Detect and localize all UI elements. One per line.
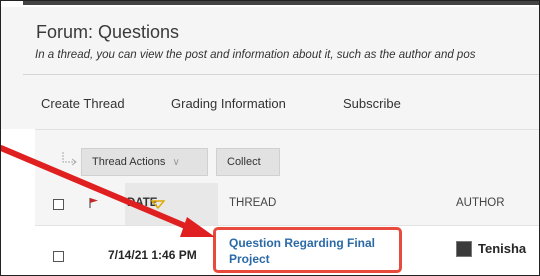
screenshot-frame: Forum: Questions In a thread, you can vi… <box>0 0 540 276</box>
annotation-arrow-icon <box>1 145 215 237</box>
